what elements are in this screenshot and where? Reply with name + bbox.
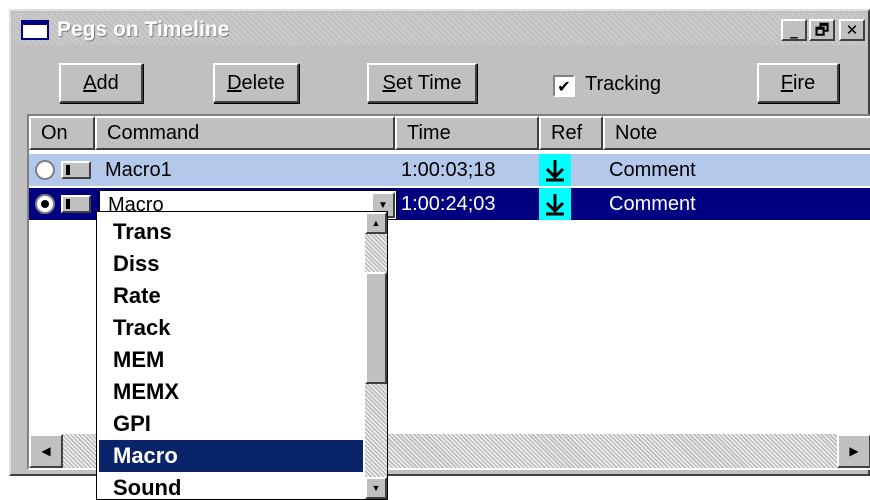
dropdown-option-track[interactable]: Track (99, 312, 363, 344)
minimize-button[interactable]: _ (781, 19, 807, 41)
minimize-icon: _ (790, 20, 798, 39)
close-button[interactable]: ✕ (839, 19, 865, 41)
set-time-button[interactable]: Set Time (367, 63, 477, 103)
close-icon: ✕ (845, 20, 859, 39)
table-row[interactable]: Macro1 1:00:03;18 Comment (29, 154, 870, 186)
arrow-down-icon: ▼ (371, 483, 381, 493)
delete-button[interactable]: Delete (213, 63, 299, 103)
delete-label: elete (241, 71, 285, 94)
tracking-label[interactable]: Tracking (585, 73, 661, 96)
ref-cell[interactable] (539, 154, 571, 186)
fire-mnemonic: F (780, 71, 793, 94)
restore-icon: 🗗 (814, 20, 830, 39)
dropdown-option-mem[interactable]: MEM (99, 344, 363, 376)
arrow-left-icon: ◀ (41, 444, 51, 458)
restore-button[interactable]: 🗗 (809, 19, 835, 41)
window-title: Pegs on Timeline (57, 18, 230, 41)
add-button[interactable]: Add (59, 63, 143, 103)
scroll-up-button[interactable]: ▲ (365, 212, 387, 234)
column-header-time[interactable]: Time (395, 116, 539, 150)
time-cell[interactable]: 1:00:24;03 (401, 188, 496, 220)
row-toggle-button[interactable] (61, 195, 91, 213)
time-cell[interactable]: 1:00:03;18 (401, 154, 496, 186)
fire-label: ire (792, 71, 816, 94)
column-header-on[interactable]: On (29, 116, 95, 150)
dropdown-vertical-scrollbar[interactable]: ▲ ▼ (365, 212, 387, 499)
on-radio[interactable] (35, 160, 55, 180)
arrow-right-icon: ▶ (849, 444, 859, 458)
row-toggle-button[interactable] (61, 161, 91, 179)
down-arrow-ref-icon (545, 160, 565, 182)
dropdown-option-gpi[interactable]: GPI (99, 408, 363, 440)
note-cell[interactable]: Comment (609, 154, 696, 186)
scrollbar-thumb[interactable] (365, 272, 387, 384)
column-header-note[interactable]: Note (603, 116, 870, 150)
down-arrow-ref-icon (545, 194, 565, 216)
on-radio[interactable] (35, 194, 55, 214)
column-header-command[interactable]: Command (95, 116, 395, 150)
tracking-checkbox[interactable]: ✔ (553, 75, 575, 97)
title-bar[interactable]: Pegs on Timeline _ 🗗 ✕ (13, 13, 866, 45)
dropdown-option-macro[interactable]: Macro (99, 440, 363, 472)
ref-cell[interactable] (539, 188, 571, 220)
dropdown-option-memx[interactable]: MEMX (99, 376, 363, 408)
set-time-label: et Time (395, 71, 462, 94)
command-dropdown-list[interactable]: Trans Diss Rate Track MEM MEMX GPI Macro… (96, 211, 388, 500)
dropdown-option-trans[interactable]: Trans (99, 216, 363, 248)
dropdown-option-diss[interactable]: Diss (99, 248, 363, 280)
checkmark-icon: ✔ (557, 76, 571, 96)
add-label: dd (96, 71, 119, 94)
add-mnemonic: A (83, 71, 97, 94)
dropdown-option-sound[interactable]: Sound (99, 472, 363, 499)
scroll-right-button[interactable]: ▶ (837, 434, 870, 468)
note-cell[interactable]: Comment (609, 188, 696, 220)
scroll-down-button[interactable]: ▼ (365, 477, 387, 499)
chevron-down-icon: ▼ (378, 199, 388, 211)
dropdown-option-rate[interactable]: Rate (99, 280, 363, 312)
set-time-mnemonic: S (382, 71, 396, 94)
delete-mnemonic: D (227, 71, 242, 94)
scroll-left-button[interactable]: ◀ (29, 434, 63, 468)
window-icon (21, 20, 49, 40)
arrow-up-icon: ▲ (371, 218, 381, 228)
command-cell[interactable]: Macro1 (105, 154, 172, 186)
column-header-ref[interactable]: Ref (539, 116, 603, 150)
fire-button[interactable]: Fire (757, 63, 839, 103)
